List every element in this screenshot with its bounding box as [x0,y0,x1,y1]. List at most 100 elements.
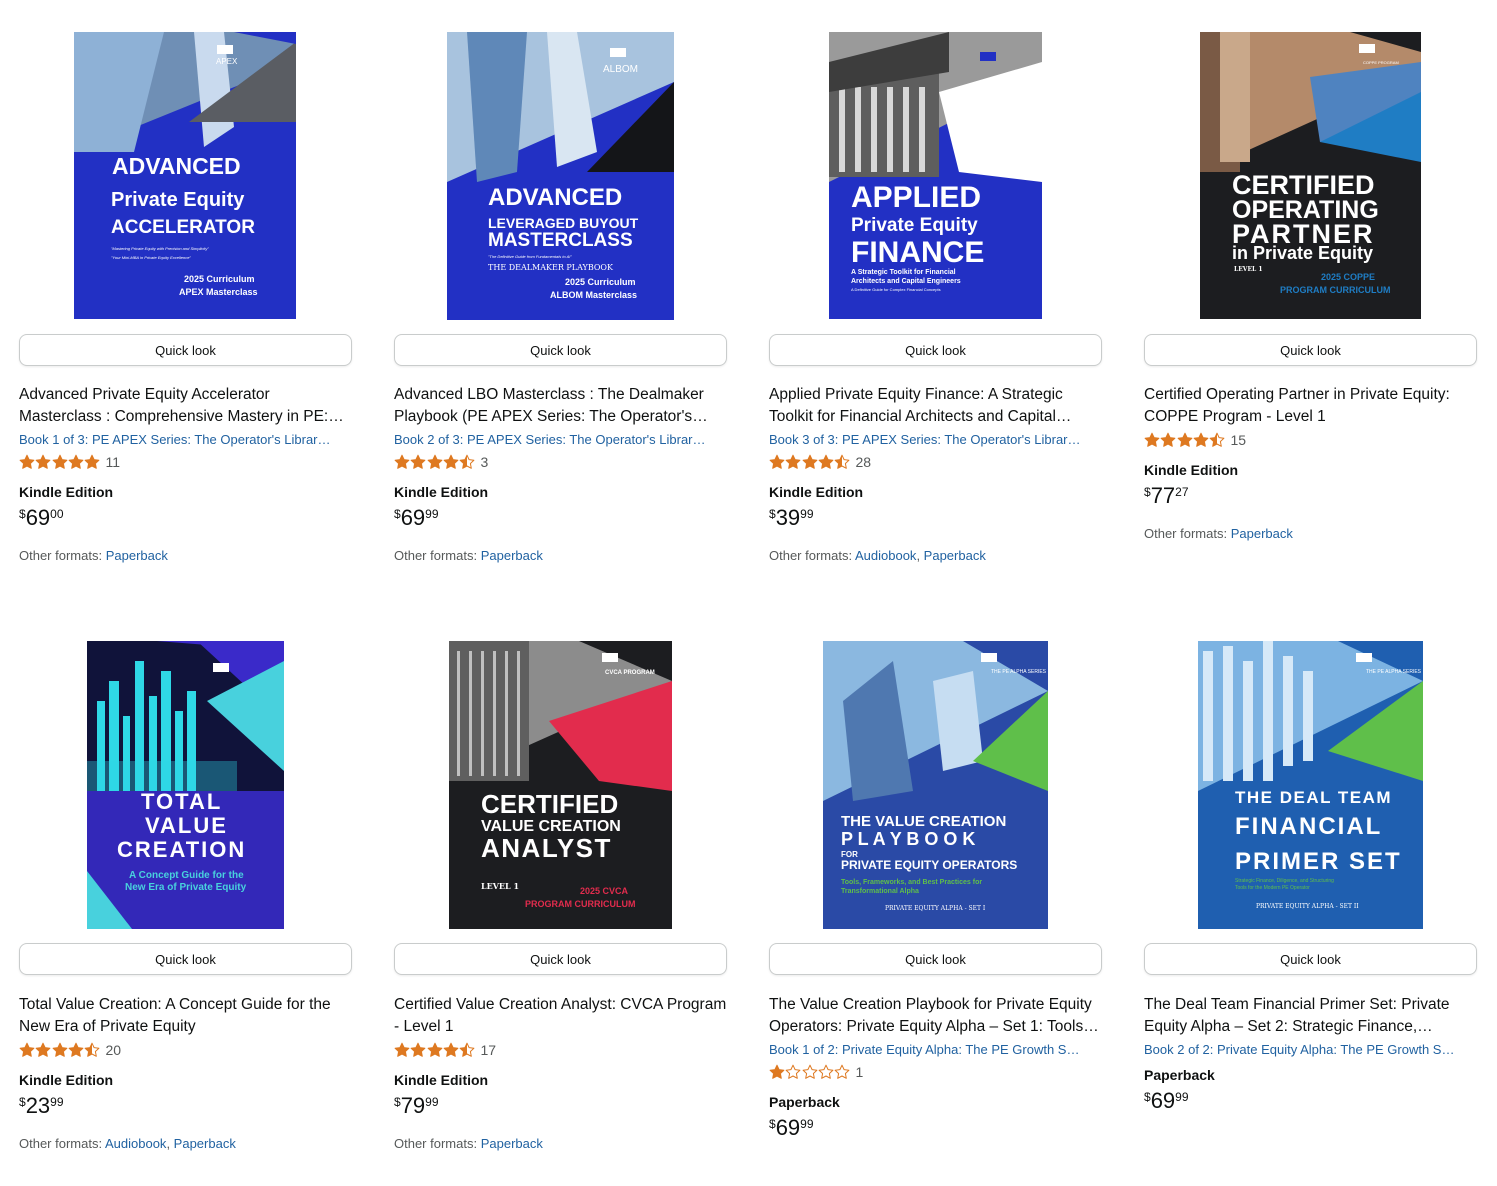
svg-text:APEX Masterclass: APEX Masterclass [179,287,258,297]
star-icon [1193,432,1209,447]
format-link-paperback[interactable]: Paperback [106,548,168,563]
product-title[interactable]: Total Value Creation: A Concept Guide fo… [19,994,352,1038]
rating-count[interactable]: 3 [480,454,488,470]
star-icon [459,1042,475,1057]
rating: 11 [19,451,352,473]
product-title[interactable]: Certified Value Creation Analyst: CVCA P… [394,994,727,1038]
star-icon [68,454,84,469]
product-title[interactable]: Applied Private Equity Finance: A Strate… [769,384,1102,428]
quick-look-button[interactable]: Quick look [769,334,1102,366]
format-link-paperback[interactable]: Paperback [924,548,986,563]
quick-look-button[interactable]: Quick look [394,334,727,366]
product-title[interactable]: The Value Creation Playbook for Private … [769,994,1102,1038]
series-link[interactable]: Book 1 of 3: PE APEX Series: The Operato… [19,430,331,450]
price[interactable]: $ 23 99 [19,1093,352,1119]
price-fraction: 99 [800,1117,814,1131]
star-icon [410,1042,426,1057]
format-link-audiobook[interactable]: Audiobook [855,548,916,563]
cover-wrap: APPLIED Private Equity FINANCE A Strateg… [769,32,1102,320]
rating-count[interactable]: 11 [105,454,120,470]
star-icon [785,454,801,469]
star-rating[interactable] [1144,432,1225,448]
svg-text:CERTIFIED: CERTIFIED [481,789,618,819]
svg-text:THE DEALMAKER PLAYBOOK: THE DEALMAKER PLAYBOOK [488,263,614,272]
svg-text:P L A Y B O O K: P L A Y B O O K [841,829,975,849]
svg-text:CREATION: CREATION [117,837,246,862]
star-icon [427,1042,442,1057]
svg-text:ANALYST: ANALYST [481,833,612,863]
price-fraction: 99 [1175,1090,1189,1104]
book-cover-total-value-creation[interactable]: TOTAL VALUE CREATION A Concept Guide for… [87,641,284,929]
cover-wrap: CVCA PROGRAM CERTIFIED VALUE CREATION AN… [394,641,727,929]
price[interactable]: $ 69 99 [1144,1088,1477,1114]
series-link[interactable]: Book 3 of 3: PE APEX Series: The Operato… [769,430,1081,450]
rating-count[interactable]: 15 [1230,432,1246,448]
format-link-paperback[interactable]: Paperback [481,548,543,563]
book-cover-cvca[interactable]: CVCA PROGRAM CERTIFIED VALUE CREATION AN… [449,641,672,929]
series-link[interactable]: Book 1 of 2: Private Equity Alpha: The P… [769,1040,1081,1060]
svg-text:"Mastering Private Equity with: "Mastering Private Equity with Precision… [111,246,209,251]
quick-look-button[interactable]: Quick look [769,943,1102,975]
series-link[interactable]: Book 2 of 3: PE APEX Series: The Operato… [394,430,706,450]
product-title[interactable]: The Deal Team Financial Primer Set: Priv… [1144,994,1477,1038]
quick-look-button[interactable]: Quick look [19,943,352,975]
star-icon [785,1064,801,1079]
format-link-audiobook[interactable]: Audiobook [105,1136,166,1151]
book-cover-coppe[interactable]: COPPE PROGRAM CERTIFIED OPERATING PARTNE… [1200,32,1421,319]
star-rating[interactable] [769,1064,850,1080]
format-link[interactable]: Kindle Edition [394,1071,727,1089]
quick-look-button[interactable]: Quick look [394,943,727,975]
format-link-paperback[interactable]: Paperback [481,1136,543,1151]
price[interactable]: $ 69 00 [19,505,352,531]
book-cover-albom-masterclass[interactable]: ALBOM ADVANCED LEVERAGED BUYOUT MASTERCL… [447,32,674,320]
product-grid: APEX ADVANCED Private Equity ACCELERATOR… [0,0,1497,1186]
book-cover-value-creation-playbook[interactable]: THE PE ALPHA SERIES THE VALUE CREATION P… [823,641,1048,929]
price[interactable]: $ 79 99 [394,1093,727,1119]
svg-text:TOTAL: TOTAL [141,789,222,814]
format-link[interactable]: Kindle Edition [1144,461,1477,479]
star-rating[interactable] [19,1042,100,1058]
format-link[interactable]: Kindle Edition [394,483,727,501]
star-rating[interactable] [19,454,100,470]
svg-text:PRIVATE EQUITY ALPHA - SET I: PRIVATE EQUITY ALPHA - SET I [885,905,986,912]
star-rating[interactable] [394,1042,475,1058]
star-rating[interactable] [394,454,475,470]
product-title[interactable]: Advanced LBO Masterclass : The Dealmaker… [394,384,727,428]
svg-text:APEX: APEX [216,57,238,66]
star-icon [834,1064,850,1079]
svg-text:A Strategic Toolkit for Financ: A Strategic Toolkit for Financial [851,269,956,276]
format-link[interactable]: Kindle Edition [19,1071,352,1089]
format-link[interactable]: Paperback [769,1093,1102,1111]
format-link-paperback[interactable]: Paperback [1231,526,1293,541]
book-cover-deal-team-primer[interactable]: THE PE ALPHA SERIES THE DEAL TEAM FINANC… [1198,641,1423,929]
rating: 28 [769,451,1102,473]
series-link[interactable]: Book 2 of 2: Private Equity Alpha: The P… [1144,1040,1456,1060]
book-cover-apex-accelerator[interactable]: APEX ADVANCED Private Equity ACCELERATOR… [74,32,296,319]
price-fraction: 99 [800,507,814,521]
price[interactable]: $ 77 27 [1144,483,1477,509]
book-cover-applied-pe-finance[interactable]: APPLIED Private Equity FINANCE A Strateg… [829,32,1042,319]
price[interactable]: $ 69 99 [769,1115,1102,1141]
other-formats-label: Other formats: [769,548,855,563]
svg-text:ALBOM: ALBOM [603,64,638,75]
svg-text:2025 CVCA: 2025 CVCA [580,886,629,896]
rating-count[interactable]: 1 [855,1064,863,1080]
format-link[interactable]: Kindle Edition [19,483,352,501]
rating-count[interactable]: 20 [105,1042,121,1058]
star-rating[interactable] [769,454,850,470]
star-icon [19,1042,35,1057]
svg-text:FINANCE: FINANCE [851,236,984,269]
rating-count[interactable]: 17 [480,1042,496,1058]
format-link[interactable]: Kindle Edition [769,483,1102,501]
rating-count[interactable]: 28 [855,454,871,470]
quick-look-button[interactable]: Quick look [1144,334,1477,366]
price[interactable]: $ 39 99 [769,505,1102,531]
format-link[interactable]: Paperback [1144,1066,1477,1084]
price[interactable]: $ 69 99 [394,505,727,531]
product-title[interactable]: Certified Operating Partner in Private E… [1144,384,1477,428]
product-title[interactable]: Advanced Private Equity Accelerator Mast… [19,384,352,428]
quick-look-button[interactable]: Quick look [1144,943,1477,975]
format-link-paperback[interactable]: Paperback [174,1136,236,1151]
quick-look-button[interactable]: Quick look [19,334,352,366]
svg-text:THE PE ALPHA SERIES: THE PE ALPHA SERIES [991,669,1047,675]
